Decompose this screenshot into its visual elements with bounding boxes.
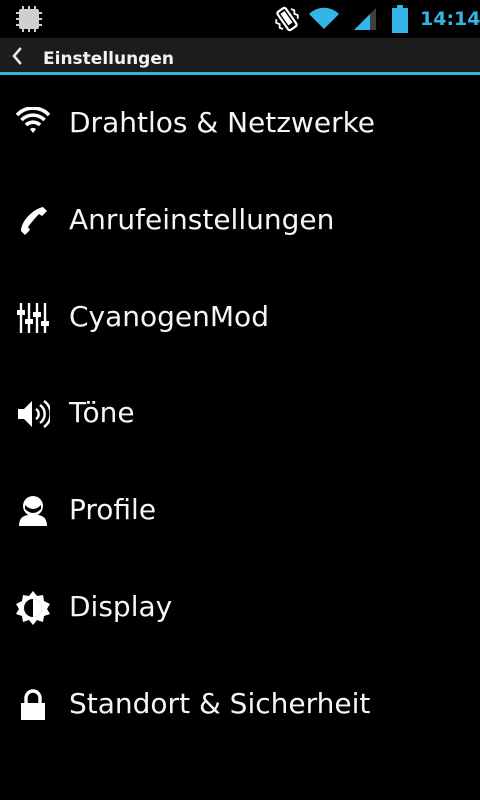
settings-item-label: Display bbox=[69, 590, 173, 623]
sliders-icon bbox=[17, 303, 49, 333]
settings-item-profiles[interactable]: Profile bbox=[0, 462, 480, 558]
settings-list: Drahtlos & Netzwerke Anrufeinstellungen bbox=[0, 75, 480, 800]
phone-icon bbox=[21, 207, 47, 235]
settings-item-wireless-networks[interactable]: Drahtlos & Netzwerke bbox=[0, 75, 480, 171]
vibrate-icon bbox=[275, 6, 299, 32]
action-bar: Einstellungen bbox=[0, 38, 480, 72]
settings-item-call-settings[interactable]: Anrufeinstellungen bbox=[0, 172, 480, 268]
settings-item-cyanogenmod[interactable]: CyanogenMod bbox=[0, 269, 480, 365]
settings-item-label: Anrufeinstellungen bbox=[69, 203, 335, 236]
settings-screen: 14:14 Einstellungen Drahtlos & Netzwerke bbox=[0, 0, 480, 800]
settings-item-display[interactable]: Display bbox=[0, 559, 480, 655]
signal-icon bbox=[354, 8, 376, 30]
notification-icon bbox=[16, 6, 42, 32]
battery-icon bbox=[392, 5, 408, 33]
page-title: Einstellungen bbox=[43, 49, 174, 69]
chevron-left-icon bbox=[12, 47, 22, 65]
settings-item-label: Profile bbox=[69, 493, 157, 526]
lock-icon bbox=[21, 689, 45, 720]
settings-item-label: CyanogenMod bbox=[69, 300, 269, 333]
settings-item-location-security[interactable]: Standort & Sicherheit bbox=[0, 656, 480, 752]
settings-item-label: Drahtlos & Netzwerke bbox=[69, 106, 376, 139]
settings-item-label: Töne bbox=[69, 396, 135, 429]
wifi-icon bbox=[309, 7, 339, 30]
settings-item-sounds[interactable]: Töne bbox=[0, 365, 480, 461]
back-button[interactable]: Einstellungen bbox=[0, 38, 180, 72]
status-bar: 14:14 bbox=[0, 0, 480, 38]
settings-item-label: Standort & Sicherheit bbox=[69, 687, 371, 720]
profile-icon bbox=[19, 496, 47, 526]
wifi-icon bbox=[16, 107, 50, 133]
speaker-icon bbox=[18, 400, 50, 428]
brightness-icon bbox=[16, 591, 50, 625]
status-clock: 14:14 bbox=[420, 8, 480, 30]
